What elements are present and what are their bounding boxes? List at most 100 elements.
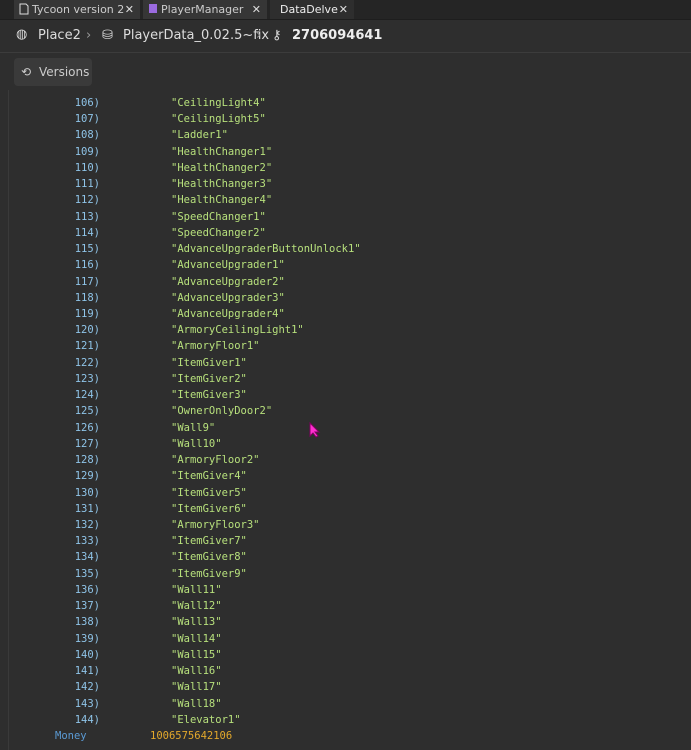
money-value: 1006575642106 xyxy=(150,730,233,742)
entry-index: 141) xyxy=(74,665,100,678)
entry-value: "AdvanceUpgrader4" xyxy=(171,307,285,320)
list-item: 119) "AdvanceUpgrader4" xyxy=(0,306,691,322)
entry-value: "ArmoryFloor2" xyxy=(171,454,260,467)
list-item: 126) "Wall9" xyxy=(0,420,691,436)
close-icon[interactable]: ✕ xyxy=(252,0,261,19)
close-icon[interactable]: ✕ xyxy=(339,0,348,19)
entry-index: 128) xyxy=(74,454,100,467)
list-item: 107) "CeilingLight5" xyxy=(0,111,691,127)
data-viewer[interactable]: 106) "CeilingLight4" 107) "CeilingLight5" 10… xyxy=(0,80,691,750)
entry-value: "ArmoryFloor3" xyxy=(171,518,260,531)
entry-index: 121) xyxy=(74,340,100,353)
entry-value: "AdvanceUpgraderButtonUnlock1" xyxy=(171,243,361,256)
versions-label: Versions xyxy=(39,65,90,79)
entry-value: "Wall18" xyxy=(171,697,222,710)
entry-index: 140) xyxy=(74,648,100,661)
entry-value: "Wall11" xyxy=(171,583,222,596)
tab-label: Tycoon version 2 xyxy=(32,3,125,16)
entry-value: "ItemGiver9" xyxy=(171,567,247,580)
entry-value: "HealthChanger2" xyxy=(171,161,273,174)
entry-index: 134) xyxy=(74,551,100,564)
entry-value: "Ladder1" xyxy=(171,129,228,142)
entry-index: 120) xyxy=(74,324,100,337)
list-item: 118) "AdvanceUpgrader3" xyxy=(0,290,691,306)
tab-datadelve[interactable]: DataDelve ✕ xyxy=(270,0,354,19)
entry-value: "ItemGiver6" xyxy=(171,502,247,515)
entry-index: 116) xyxy=(74,259,100,272)
close-icon[interactable]: ✕ xyxy=(125,0,134,19)
entry-index: 132) xyxy=(74,518,100,531)
entry-index: 139) xyxy=(74,632,100,645)
list-item: 137) "Wall12" xyxy=(0,598,691,614)
entry-value: "CeilingLight4" xyxy=(171,97,266,109)
entry-index: 117) xyxy=(74,275,100,288)
list-item: 135) "ItemGiver9" xyxy=(0,566,691,582)
database-icon: ⛁ xyxy=(102,28,113,43)
tab-bar: Tycoon version 2 ✕ PlayerManager ✕ DataDel… xyxy=(0,0,691,20)
entry-index: 129) xyxy=(74,470,100,483)
list-item: 116) "AdvanceUpgrader1" xyxy=(0,257,691,273)
script-icon xyxy=(19,3,29,15)
list-item: 124) "ItemGiver3" xyxy=(0,387,691,403)
list-item: 134) "ItemGiver8" xyxy=(0,549,691,565)
list-item: 141) "Wall16" xyxy=(0,663,691,679)
entry-value: "Wall9" xyxy=(171,421,216,434)
entry-index: 135) xyxy=(74,567,100,580)
list-item: 138) "Wall13" xyxy=(0,614,691,630)
entry-index: 115) xyxy=(74,243,100,256)
entry-index: 133) xyxy=(74,535,100,548)
entry-value: "ArmoryCeilingLight1" xyxy=(171,324,304,337)
entry-value: "AdvanceUpgrader3" xyxy=(171,291,285,304)
breadcrumb-datastore[interactable]: PlayerData_0.02.5~fix xyxy=(123,28,269,43)
entry-value: "AdvanceUpgrader2" xyxy=(171,275,285,288)
list-item: 136) "Wall11" xyxy=(0,582,691,598)
entry-index: 142) xyxy=(74,681,100,694)
list-item: 109) "HealthChanger1" xyxy=(0,144,691,160)
list-item: 115) "AdvanceUpgraderButtonUnlock1" xyxy=(0,241,691,257)
tab-tycoon[interactable]: Tycoon version 2 ✕ xyxy=(14,0,140,19)
entry-index: 109) xyxy=(74,145,100,158)
globe-icon: ◍ xyxy=(16,27,28,42)
key-icon: ⚷ xyxy=(272,28,282,43)
entry-index: 123) xyxy=(74,372,100,385)
entry-value: "ArmoryFloor1" xyxy=(171,340,260,353)
entry-value: "OwnerOnlyDoor2" xyxy=(171,405,273,418)
tab-label: PlayerManager xyxy=(161,3,244,16)
list-item: 111) "HealthChanger3" xyxy=(0,176,691,192)
entry-index: 130) xyxy=(74,486,100,499)
history-icon: ⟲ xyxy=(21,65,32,79)
module-script-icon xyxy=(149,4,157,13)
list-item: 133) "ItemGiver7" xyxy=(0,533,691,549)
entry-value: "ItemGiver8" xyxy=(171,551,247,564)
breadcrumb-key: 2706094641 xyxy=(292,28,383,43)
list-item: 106) "CeilingLight4" xyxy=(0,95,691,111)
list-item: 131) "ItemGiver6" xyxy=(0,501,691,517)
entry-value: "Wall13" xyxy=(171,616,222,629)
breadcrumb: ◍ Place2 › ⛁ PlayerData_0.02.5~fix › ⚷ 2… xyxy=(0,20,691,53)
list-item: 129) "ItemGiver4" xyxy=(0,468,691,484)
tab-playermanager[interactable]: PlayerManager ✕ xyxy=(143,0,267,19)
entry-value: "Wall10" xyxy=(171,437,222,450)
entry-value: "ItemGiver4" xyxy=(171,470,247,483)
entry-value: "ItemGiver5" xyxy=(171,486,247,499)
list-item: 128) "ArmoryFloor2" xyxy=(0,452,691,468)
entry-value: "HealthChanger3" xyxy=(171,178,273,191)
entry-index: 113) xyxy=(74,210,100,223)
list-item: 122) "ItemGiver1" xyxy=(0,355,691,371)
entry-value: "SpeedChanger2" xyxy=(171,226,266,239)
list-item: 121) "ArmoryFloor1" xyxy=(0,338,691,354)
entry-index: 126) xyxy=(74,421,100,434)
entry-value: "HealthChanger4" xyxy=(171,194,273,207)
list-item: 143) "Wall18" xyxy=(0,696,691,712)
list-item: 108) "Ladder1" xyxy=(0,127,691,143)
entry-index: 143) xyxy=(74,697,100,710)
versions-button[interactable]: ⟲ Versions xyxy=(14,58,92,86)
entry-index: 119) xyxy=(74,307,100,320)
entry-value: "Wall14" xyxy=(171,632,222,645)
breadcrumb-place[interactable]: Place2 xyxy=(38,28,81,43)
list-item: 130) "ItemGiver5" xyxy=(0,485,691,501)
list-item: 110) "HealthChanger2" xyxy=(0,160,691,176)
chevron-right-icon: › xyxy=(256,28,262,43)
list-item: 139) "Wall14" xyxy=(0,631,691,647)
entry-value: "HealthChanger1" xyxy=(171,145,273,158)
